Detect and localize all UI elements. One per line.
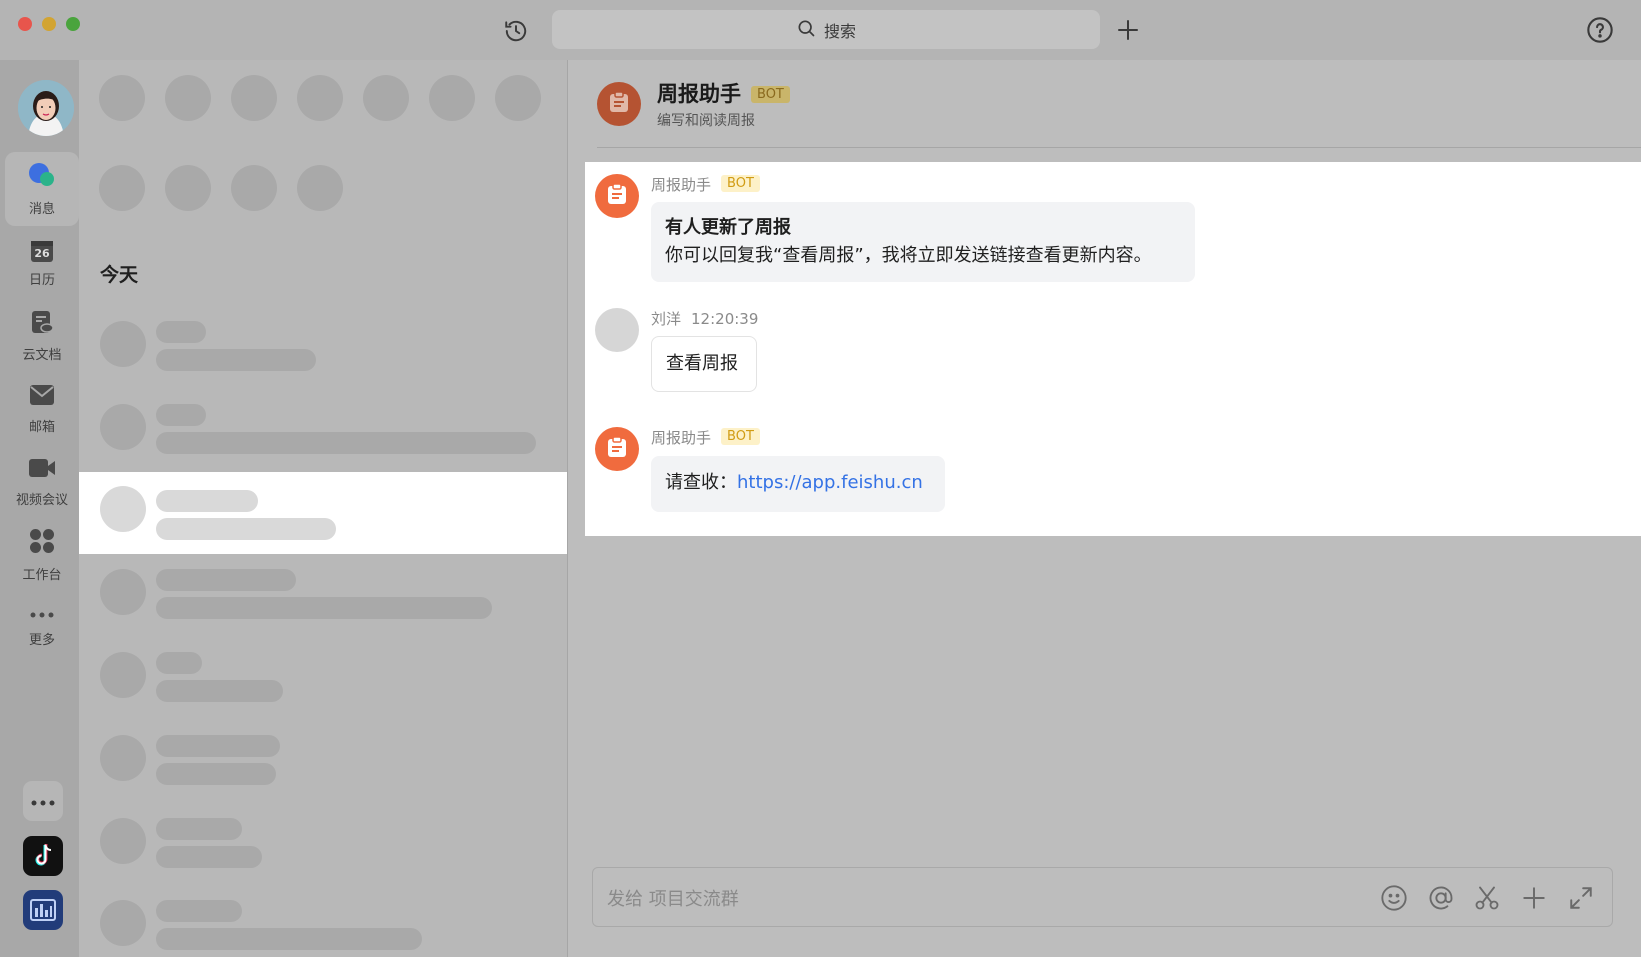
message-link[interactable]: https://app.feishu.cn	[737, 472, 923, 493]
more-dots-icon	[30, 792, 56, 811]
history-icon[interactable]	[500, 15, 532, 47]
nav-mail[interactable]: 邮箱	[5, 372, 79, 446]
expand-icon[interactable]	[1565, 882, 1597, 914]
more-apps-button[interactable]	[23, 781, 63, 821]
sender-name: 周报助手	[651, 429, 712, 447]
list-item[interactable]	[79, 886, 567, 957]
nav-label: 消息	[28, 201, 55, 217]
chat-pane: 周报助手 BOT 编写和阅读周报 周报助手 BOT 有人更新了周报 你可以回复我“查…	[568, 60, 1641, 957]
section-today: 今天	[100, 264, 139, 286]
pinned-contact-placeholder[interactable]	[495, 75, 541, 121]
chat-bubbles-icon	[28, 162, 56, 192]
pinned-contact-placeholder[interactable]	[297, 75, 343, 121]
input-placeholder: 发给 项目交流群	[607, 889, 739, 910]
cloud-doc-icon	[30, 310, 54, 338]
message-sender: 刘洋 12:20:39	[651, 308, 758, 329]
message-text: 请查收：	[665, 472, 737, 493]
bot-avatar[interactable]	[597, 82, 641, 126]
mail-icon	[29, 384, 55, 410]
nav-workplace[interactable]: 工作台	[5, 518, 79, 592]
pinned-contact-placeholder[interactable]	[99, 165, 145, 211]
list-item[interactable]	[79, 638, 567, 720]
window-close-button[interactable]	[18, 17, 32, 31]
chat-subtitle: 编写和阅读周报	[657, 113, 755, 129]
list-item[interactable]	[79, 390, 567, 472]
message-bubble[interactable]: 查看周报	[651, 336, 757, 392]
message-bubble: 请查收：https://app.feishu.cn	[651, 456, 945, 512]
bot-avatar[interactable]	[595, 174, 639, 218]
message-bubble[interactable]: 有人更新了周报 你可以回复我“查看周报”，我将立即发送链接查看更新内容。	[651, 202, 1195, 282]
more-dots-icon	[29, 608, 55, 623]
list-item-selected[interactable]	[79, 472, 567, 554]
chat-title: 周报助手 BOT	[657, 78, 790, 108]
emoji-icon[interactable]	[1378, 882, 1410, 914]
message-heading: 有人更新了周报	[665, 217, 791, 238]
analytics-app-icon[interactable]	[23, 890, 63, 930]
list-item[interactable]	[79, 307, 567, 389]
pinned-contact-placeholder[interactable]	[99, 75, 145, 121]
list-item[interactable]	[79, 804, 567, 886]
message-list: 周报助手 BOT 有人更新了周报 你可以回复我“查看周报”，我将立即发送链接查看更…	[585, 162, 1641, 536]
clipboard-icon	[607, 183, 627, 209]
message-text: 你可以回复我“查看周报”，我将立即发送链接查看更新内容。	[665, 245, 1152, 266]
sender-name: 刘洋	[651, 310, 682, 328]
bot-badge: BOT	[721, 428, 760, 445]
nav-label: 邮箱	[28, 419, 55, 435]
screenshot-scissors-icon[interactable]	[1471, 882, 1503, 914]
bot-badge: BOT	[721, 175, 760, 192]
tiktok-app-icon[interactable]	[23, 836, 63, 876]
list-item[interactable]	[79, 555, 567, 637]
nav-more[interactable]: 更多	[5, 591, 79, 665]
search-placeholder: 搜索	[823, 21, 856, 41]
chat-list: 今天	[79, 60, 567, 957]
calendar-date: 26	[34, 246, 50, 260]
bot-avatar[interactable]	[595, 427, 639, 471]
avatar[interactable]	[18, 80, 74, 136]
video-camera-icon	[28, 457, 56, 483]
window-minimize-button[interactable]	[42, 17, 56, 31]
pinned-contact-placeholder[interactable]	[363, 75, 409, 121]
header-divider	[597, 147, 1641, 148]
message-sender: 周报助手 BOT	[651, 174, 760, 195]
add-icon[interactable]	[1112, 14, 1144, 46]
nav-label: 视频会议	[15, 492, 68, 508]
message-sender: 周报助手 BOT	[651, 427, 760, 448]
calendar-icon: 26	[30, 239, 54, 263]
bot-badge: BOT	[751, 86, 790, 103]
nav-docs[interactable]: 云文档	[5, 299, 79, 373]
pinned-contact-placeholder[interactable]	[165, 75, 211, 121]
clipboard-icon	[609, 91, 629, 117]
left-nav: 消息 26 日历 云文档 邮箱 视频会议 工作台 更多	[0, 60, 79, 957]
pinned-contact-placeholder[interactable]	[165, 165, 211, 211]
add-icon[interactable]	[1518, 882, 1550, 914]
nav-label: 更多	[28, 633, 55, 648]
message-input[interactable]: 发给 项目交流群	[592, 867, 1613, 927]
nav-calendar[interactable]: 26 日历	[5, 226, 79, 300]
pinned-contact-placeholder[interactable]	[231, 75, 277, 121]
pinned-contact-placeholder[interactable]	[231, 165, 277, 211]
clipboard-icon	[607, 436, 627, 462]
search-input[interactable]: 搜索	[552, 10, 1100, 49]
nav-video[interactable]: 视频会议	[5, 445, 79, 519]
message-text: 查看周报	[666, 353, 738, 374]
nav-label: 日历	[28, 272, 55, 288]
pinned-contact-placeholder[interactable]	[297, 165, 343, 211]
help-icon[interactable]	[1584, 14, 1616, 46]
nav-messages[interactable]: 消息	[5, 152, 79, 226]
nav-label: 云文档	[22, 347, 62, 363]
sender-name: 周报助手	[651, 176, 712, 194]
mention-icon[interactable]	[1425, 882, 1457, 914]
chat-title-text: 周报助手	[657, 82, 741, 106]
title-bar: 搜索	[0, 0, 1641, 60]
window-zoom-button[interactable]	[66, 17, 80, 31]
apps-grid-icon	[29, 528, 55, 558]
search-icon	[796, 18, 816, 42]
message-time: 12:20:39	[691, 310, 759, 328]
user-avatar[interactable]	[595, 308, 639, 352]
list-item[interactable]	[79, 721, 567, 803]
pinned-contact-placeholder[interactable]	[429, 75, 475, 121]
nav-label: 工作台	[22, 567, 62, 583]
